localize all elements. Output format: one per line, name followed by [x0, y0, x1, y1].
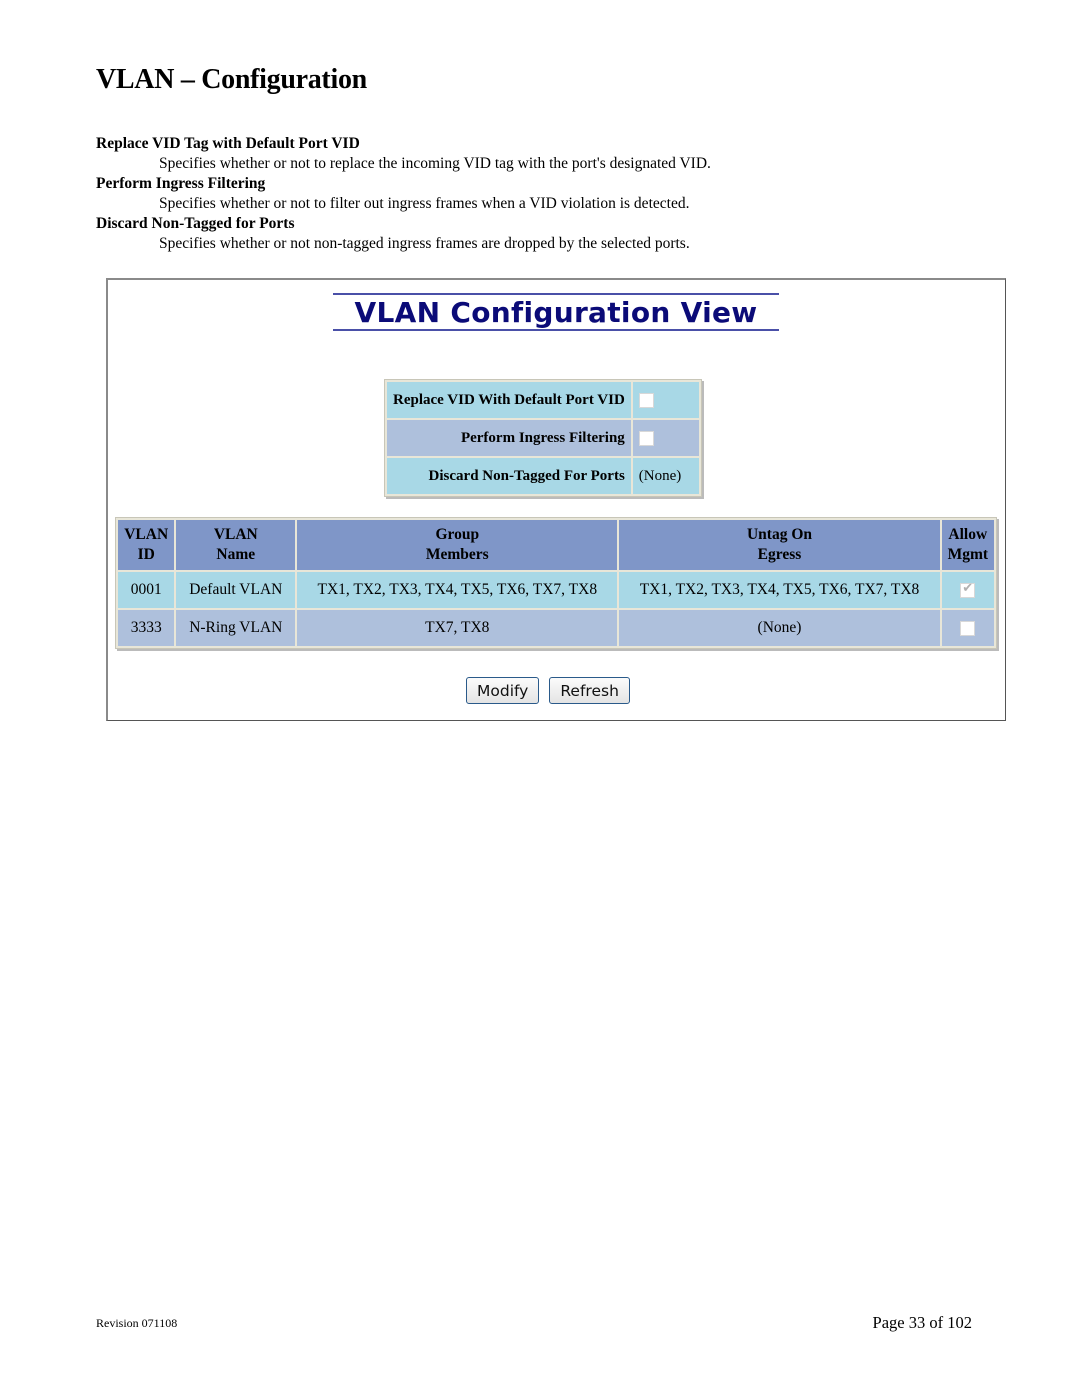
settings-row-ingress-filtering: Perform Ingress Filtering	[387, 420, 699, 456]
refresh-button[interactable]: Refresh	[549, 677, 630, 704]
header-vlan-name: VLAN Name	[176, 520, 296, 570]
untag-on-egress: TX1, TX2, TX3, TX4, TX5, TX6, TX7, TX8	[619, 572, 940, 608]
screenshot-frame: VLAN Configuration View Replace VID With…	[106, 278, 1006, 721]
replace-vid-checkbox[interactable]	[638, 392, 654, 408]
definition-term: Replace VID Tag with Default Port VID	[96, 135, 360, 152]
setting-label: Perform Ingress Filtering	[387, 420, 631, 456]
setting-label: Discard Non-Tagged For Ports	[387, 458, 631, 494]
group-members: TX7, TX8	[297, 610, 618, 646]
header-allow-mgmt: Allow Mgmt	[941, 520, 994, 570]
definitions-list: Replace VID Tag with Default Port VID Sp…	[96, 134, 996, 254]
ingress-filtering-checkbox[interactable]	[638, 430, 654, 446]
view-title-banner: VLAN Configuration View	[333, 293, 779, 331]
vlan-id: 0001	[118, 572, 175, 608]
definition-term: Perform Ingress Filtering	[96, 175, 266, 192]
footer-page-number: Page 33 of 102	[872, 1313, 972, 1332]
settings-table: Replace VID With Default Port VID Perfor…	[384, 379, 702, 497]
modify-button[interactable]: Modify	[466, 677, 540, 704]
discard-non-tagged-value: (None)	[632, 458, 699, 494]
vlan-table-header: VLAN ID VLAN Name Group Members Untag On Egr…	[118, 520, 994, 570]
header-vlan-id: VLAN ID	[118, 520, 175, 570]
group-members: TX1, TX2, TX3, TX4, TX5, TX6, TX7, TX8	[297, 572, 618, 608]
table-row: 0001 Default VLAN TX1, TX2, TX3, TX4, TX…	[118, 572, 994, 608]
definition-description: Specifies whether or not to filter out i…	[159, 195, 690, 212]
definition-description: Specifies whether or not to replace the …	[159, 155, 711, 172]
vlan-id: 3333	[118, 610, 175, 646]
table-row: 3333 N-Ring VLAN TX7, TX8 (None)	[118, 610, 994, 646]
view-title: VLAN Configuration View	[354, 296, 758, 329]
allow-mgmt-checkbox[interactable]	[960, 581, 976, 598]
setting-label: Replace VID With Default Port VID	[387, 382, 631, 418]
vlan-table: VLAN ID VLAN Name Group Members Untag On Egr…	[115, 517, 997, 649]
button-bar: Modify Refresh	[466, 677, 636, 704]
footer-revision: Revision 071108	[96, 1316, 178, 1330]
definition-description: Specifies whether or not non-tagged ingr…	[159, 235, 690, 252]
header-group-members: Group Members	[297, 520, 618, 570]
definition-term: Discard Non-Tagged for Ports	[96, 215, 295, 232]
settings-row-replace-vid: Replace VID With Default Port VID	[387, 382, 699, 418]
vlan-name: Default VLAN	[176, 572, 296, 608]
settings-row-discard-non-tagged: Discard Non-Tagged For Ports (None)	[387, 458, 699, 494]
allow-mgmt-checkbox[interactable]	[960, 620, 976, 636]
page-title: VLAN – Configuration	[96, 64, 367, 95]
vlan-name: N-Ring VLAN	[176, 610, 296, 646]
header-untag-on-egress: Untag On Egress	[619, 520, 940, 570]
untag-on-egress: (None)	[619, 610, 940, 646]
